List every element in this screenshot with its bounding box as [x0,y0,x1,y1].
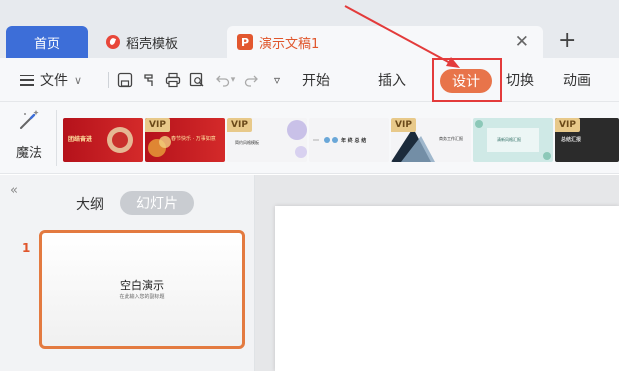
customize-toolbar-icon[interactable]: ▿ [268,71,286,89]
vip-badge: VIP [145,118,170,132]
slides-panel: « 大纲 幻灯片 1 空白演示 在此输入您的副标题 [0,175,255,371]
tab-presentation-label: 演示文稿1 [259,36,320,52]
menu-start[interactable]: 开始 [302,58,330,102]
vip-badge: VIP [227,118,252,132]
tab-home-label: 首页 [33,36,60,52]
menu-transition[interactable]: 切换 [506,58,534,102]
template-thumbnail[interactable]: VIP 春节快乐 · 万事如意 [145,118,225,162]
template-text: 简约风格模板 [235,140,259,145]
template-thumbnail[interactable]: 清新风格汇报 [473,118,553,162]
vip-badge: VIP [391,118,416,132]
slide-thumbnail-subtitle: 在此输入您的副标题 [119,294,165,300]
menu-insert[interactable]: 插入 [378,58,406,102]
editing-canvas [255,175,619,371]
print-preview-icon[interactable] [188,71,206,89]
slide-page[interactable] [275,206,619,371]
menu-animation[interactable]: 动画 [563,58,591,102]
print-icon[interactable] [164,71,182,89]
template-text: 团结奋进 [68,136,93,143]
plus-icon[interactable]: + [558,28,576,53]
tab-slides-label: 幻灯片 [136,196,178,212]
collapse-panel-icon[interactable]: « [10,183,18,198]
magic-button[interactable]: 魔法 [10,108,48,168]
tab-slides[interactable]: 幻灯片 [120,191,194,215]
template-thumbnail[interactable]: 团结奋进 [63,118,143,162]
tab-docer-label: 稻壳模板 [126,36,179,52]
menu-animation-label: 动画 [563,73,591,89]
hamburger-icon [20,74,34,86]
template-thumbnail[interactable]: 年 终 总 结 [309,118,389,162]
template-text: 年 终 总 结 [341,138,367,144]
template-thumbnail[interactable]: VIP 总结汇报 [555,118,619,162]
template-text: 春节快乐 · 万事如意 [171,136,216,142]
ribbon-menu-bar: 文件 ∨ ▾ ▿ 开始 插入 切换 动画 [0,58,619,102]
design-templates-strip: 魔法 团结奋进 VIP 春节快乐 · 万事如意 VIP 简约风格模板 年 终 总… [0,102,619,174]
docer-logo-icon [106,35,120,49]
slide-thumbnail-title: 空白演示 [120,279,164,292]
menu-transition-label: 切换 [506,73,534,89]
magic-wand-icon [17,108,41,136]
chevron-down-icon: ∨ [74,73,83,87]
slide-thumbnail[interactable]: 空白演示 在此输入您的副标题 [39,230,245,349]
slide-number: 1 [22,241,31,255]
template-text: 清新风格汇报 [497,137,521,142]
divider [56,110,57,166]
magic-label: 魔法 [15,146,42,161]
tab-home[interactable]: 首页 [6,26,88,58]
undo-dropdown-icon[interactable]: ▾ [228,71,238,89]
tab-outline[interactable]: 大纲 [76,194,104,214]
template-text: 总结汇报 [561,137,582,143]
tab-bar: 首页 稻壳模板 P 演示文稿1 ✕ + [0,0,619,58]
format-painter-icon[interactable] [140,71,158,89]
highlight-box [432,58,502,102]
tab-docer-templates[interactable]: 稻壳模板 [92,26,224,58]
redo-icon[interactable] [242,71,260,89]
template-thumbnail[interactable]: VIP 商务工作汇报 [391,118,471,162]
divider [108,72,109,88]
template-thumbnail[interactable]: VIP 简约风格模板 [227,118,307,162]
menu-start-label: 开始 [302,73,330,89]
file-menu[interactable]: 文件 ∨ [20,58,82,102]
tab-presentation[interactable]: P 演示文稿1 ✕ [227,26,543,58]
menu-insert-label: 插入 [378,73,406,89]
close-icon[interactable]: ✕ [515,32,529,52]
template-text: 商务工作汇报 [439,136,463,141]
vip-badge: VIP [555,118,580,132]
file-menu-label: 文件 [40,73,68,89]
presentation-file-icon: P [237,34,253,50]
save-icon[interactable] [116,71,134,89]
